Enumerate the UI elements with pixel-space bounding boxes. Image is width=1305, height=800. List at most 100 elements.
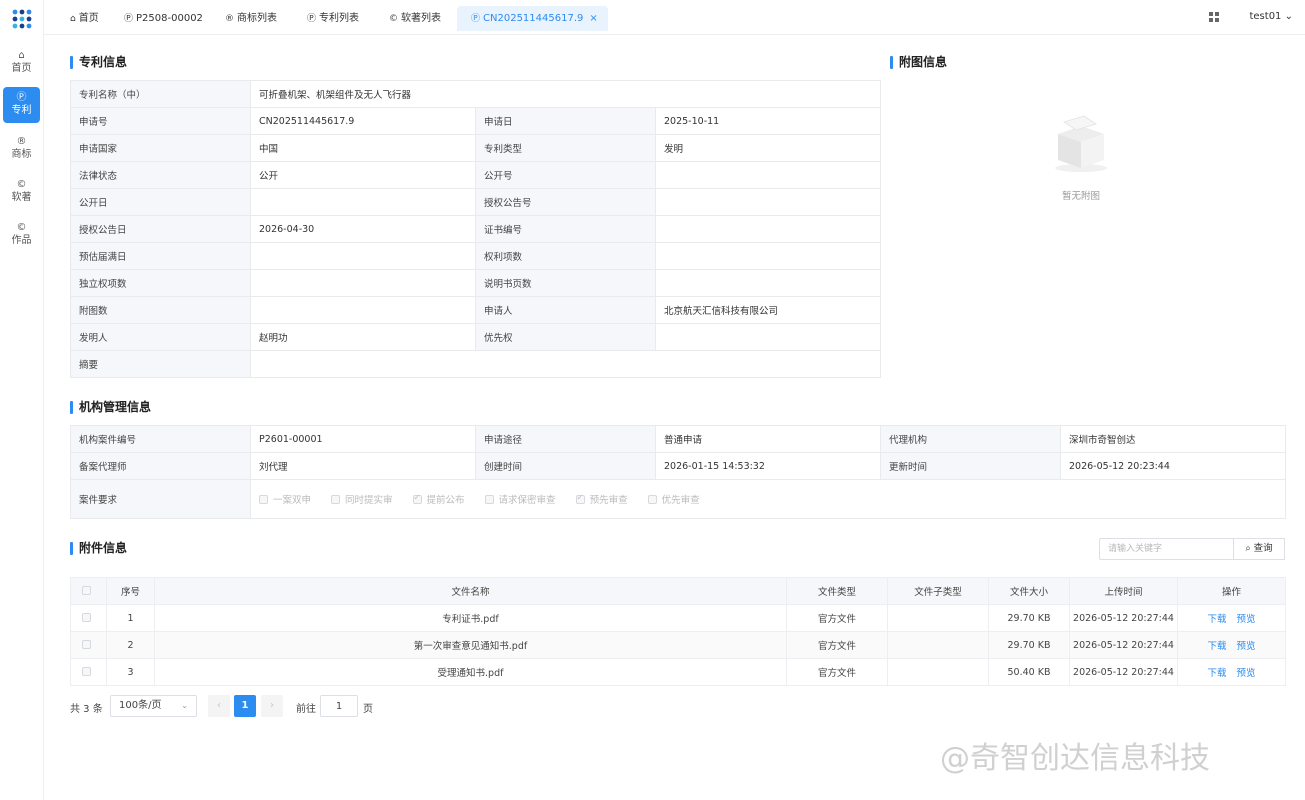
patent-name-value: 可折叠机架、机架组件及无人飞行器 — [249, 80, 882, 108]
close-icon[interactable]: × — [589, 13, 597, 24]
field-value: 深圳市奇智创达 — [1060, 425, 1286, 453]
field-value — [654, 242, 882, 270]
preview-link[interactable]: 预览 — [1237, 668, 1256, 679]
field-value — [654, 269, 882, 297]
prev-page-button[interactable]: ‹ — [208, 695, 230, 717]
cell-name: 第一次审查意见通知书.pdf — [154, 631, 787, 659]
goto-page-input[interactable] — [320, 695, 358, 717]
tab-trademark-list[interactable]: ® 商标列表 — [225, 6, 277, 31]
download-link[interactable]: 下载 — [1207, 641, 1226, 652]
next-page-button[interactable]: › — [261, 695, 283, 717]
nav-item-works[interactable]: © 作品 — [3, 217, 40, 253]
column-header: 序号 — [106, 577, 155, 605]
field-value: 2026-05-12 20:23:44 — [1060, 452, 1286, 480]
patent-icon: Ⓟ — [124, 14, 134, 24]
page-number[interactable]: 1 — [234, 695, 256, 717]
field-value: 2025-10-11 — [654, 107, 882, 135]
cell-time: 2026-05-12 20:27:44 — [1069, 658, 1178, 686]
requirement-option[interactable]: 同时提实审 — [331, 495, 393, 506]
tab-label: 首页 — [78, 13, 99, 24]
field-label: 权利项数 — [475, 242, 656, 270]
field-value — [654, 188, 882, 216]
table-row: 1 专利证书.pdf 官方文件 29.70 KB 2026-05-12 20:27:44… — [70, 604, 1286, 632]
nav-label: 首页 — [11, 63, 32, 74]
requirement-option[interactable]: 请求保密审查 — [484, 495, 556, 506]
user-menu[interactable]: test01 ⌄ — [1249, 11, 1293, 22]
field-label: 附图数 — [70, 296, 251, 324]
goto-label: 前往 — [296, 704, 316, 715]
cell-actions: 下载 预览 — [1177, 604, 1286, 632]
field-value — [654, 323, 882, 351]
works-copyright-icon: © — [16, 222, 27, 233]
keyword-search-input[interactable] — [1099, 538, 1234, 560]
preview-link[interactable]: 预览 — [1237, 614, 1256, 625]
column-header: 上传时间 — [1069, 577, 1178, 605]
field-value: 普通申请 — [655, 425, 881, 453]
nav-label: 专利 — [11, 105, 32, 116]
requirement-checkbox[interactable] — [259, 495, 268, 504]
table-header-row: 序号 文件名称 文件类型 文件子类型 文件大小 上传时间 操作 — [70, 577, 1286, 605]
row-checkbox[interactable] — [81, 639, 91, 649]
requirement-option[interactable]: 预先审查 — [575, 493, 628, 506]
requirement-option[interactable]: 提前公布 — [412, 493, 465, 506]
field-value: 2026-04-30 — [250, 215, 476, 243]
field-label: 授权公告日 — [70, 215, 251, 243]
select-all-cell — [70, 577, 107, 605]
tab-bar: ⌂ 首页 Ⓟ P2508-00002 ® 商标列表 Ⓟ 专利列表 © 软著列表 Ⓟ CN20… — [44, 0, 1305, 35]
nav-item-patent[interactable]: Ⓟ 专利 — [3, 87, 40, 123]
download-link[interactable]: 下载 — [1207, 668, 1226, 679]
abstract-row: 摘要 — [70, 350, 882, 378]
cell-no: 3 — [106, 658, 155, 686]
preview-link[interactable]: 预览 — [1237, 641, 1256, 652]
requirement-option[interactable]: 优先审查 — [647, 495, 700, 506]
copyright-icon: © — [389, 14, 398, 24]
attachments-table: 序号 文件名称 文件类型 文件子类型 文件大小 上传时间 操作 1 专利证书.pd… — [70, 577, 1286, 686]
requirement-option[interactable]: 一案双申 — [259, 495, 311, 506]
nav-item-software-copyright[interactable]: © 软著 — [3, 174, 40, 210]
apps-grid-icon[interactable] — [1209, 12, 1219, 22]
watermark: @奇智创达信息科技 — [940, 741, 1210, 776]
row-checkbox[interactable] — [81, 666, 91, 676]
field-label: 申请途径 — [475, 425, 656, 453]
field-label: 授权公告号 — [475, 188, 656, 216]
field-label: 公开日 — [70, 188, 251, 216]
chevron-down-icon: ⌄ — [181, 701, 188, 710]
select-cell — [70, 658, 107, 686]
field-label: 机构案件编号 — [70, 425, 251, 453]
section-title-attachments: 附件信息 — [70, 542, 127, 555]
requirement-checkbox[interactable] — [412, 493, 422, 504]
agency-field-row: 机构案件编号 P2601-00001 申请途径 普通申请 代理机构 深圳市奇智创达 — [70, 425, 1286, 453]
field-label: 法律状态 — [70, 161, 251, 189]
select-cell — [70, 631, 107, 659]
cell-actions: 下载 预览 — [1177, 658, 1286, 686]
requirement-checkbox[interactable] — [575, 493, 585, 504]
agency-info-table: 机构案件编号 P2601-00001 申请途径 普通申请 代理机构 深圳市奇智创达 备案代理… — [70, 425, 1286, 519]
tab-patent-list[interactable]: Ⓟ 专利列表 — [307, 6, 359, 31]
tab-home[interactable]: ⌂ 首页 — [70, 6, 99, 31]
nav-item-home[interactable]: ⌂ 首页 — [3, 45, 40, 81]
requirement-checkbox[interactable] — [331, 495, 341, 504]
requirement-checkbox[interactable] — [647, 495, 657, 504]
download-link[interactable]: 下载 — [1207, 614, 1226, 625]
search-icon: ⌕ — [1245, 543, 1251, 554]
field-label: 申请人 — [475, 296, 656, 324]
search-button[interactable]: ⌕ 查询 — [1234, 538, 1285, 560]
tab-software-list[interactable]: © 软著列表 — [389, 6, 441, 31]
field-label: 代理机构 — [880, 425, 1061, 453]
patent-field-row: 公开日 授权公告号 — [70, 188, 882, 216]
field-label: 预估届满日 — [70, 242, 251, 270]
patent-info-table: 专利名称（中） 可折叠机架、机架组件及无人飞行器 申请号 CN2025114456… — [70, 80, 882, 378]
tab-patent-detail[interactable]: Ⓟ CN202511445617.9 × — [457, 6, 608, 31]
nav-item-trademark[interactable]: ® 商标 — [3, 131, 40, 167]
row-checkbox[interactable] — [81, 612, 91, 622]
tab-label: 专利列表 — [319, 13, 360, 24]
requirement-label: 提前公布 — [426, 495, 465, 506]
patent-field-row: 授权公告日 2026-04-30 证书编号 — [70, 215, 882, 243]
requirement-label: 同时提实审 — [345, 495, 393, 506]
select-all-checkbox[interactable] — [81, 585, 91, 595]
cell-type: 官方文件 — [786, 658, 888, 686]
page-size-select[interactable]: 100条/页 ⌄ — [110, 695, 197, 717]
requirement-checkbox[interactable] — [484, 495, 494, 504]
tab-case[interactable]: Ⓟ P2508-00002 — [124, 6, 203, 31]
field-label: 说明书页数 — [475, 269, 656, 297]
